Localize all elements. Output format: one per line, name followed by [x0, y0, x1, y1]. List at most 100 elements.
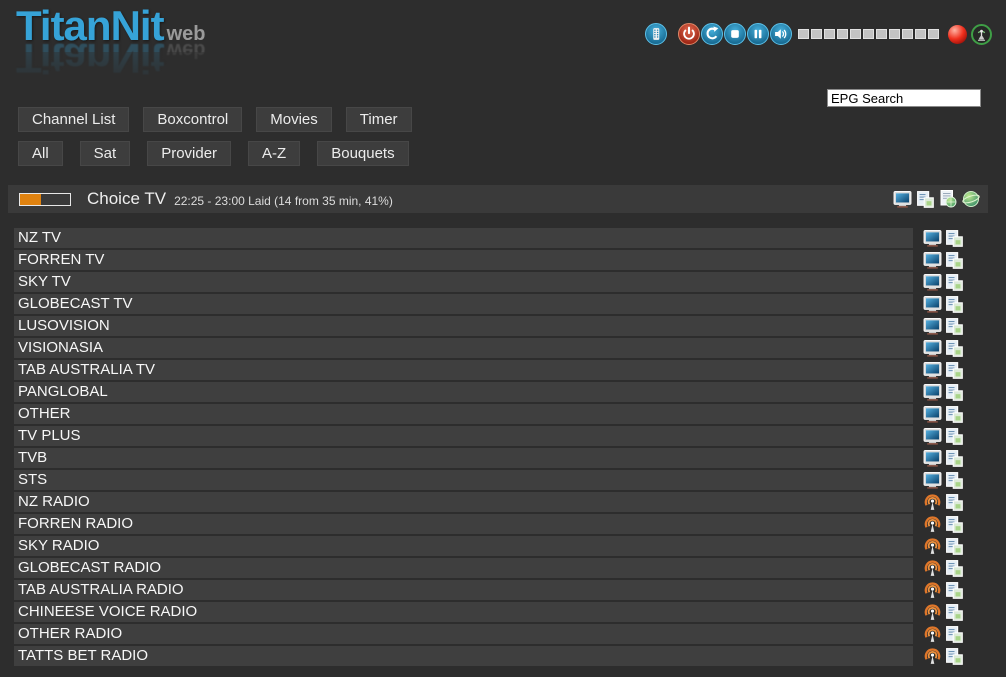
channel-epg-button[interactable] — [945, 295, 964, 314]
channel-epg-button[interactable] — [945, 471, 964, 490]
volume-block[interactable] — [837, 29, 848, 39]
tv-screen-button[interactable] — [923, 251, 942, 270]
radio-antenna-button[interactable] — [923, 603, 942, 622]
channel-name[interactable]: TAB AUSTRALIA RADIO — [14, 580, 913, 600]
refresh-button[interactable] — [701, 23, 723, 45]
channel-epg-button[interactable] — [945, 559, 964, 578]
tv-screen-button[interactable] — [923, 317, 942, 336]
radio-antenna-button[interactable] — [923, 647, 942, 666]
channel-name[interactable]: TATTS BET RADIO — [14, 646, 913, 666]
remote-icon — [646, 23, 666, 45]
channel-name[interactable]: GLOBECAST RADIO — [14, 558, 913, 578]
volume-block[interactable] — [824, 29, 835, 39]
channel-name[interactable]: TV PLUS — [14, 426, 913, 446]
channel-name[interactable]: CHINEESE VOICE RADIO — [14, 602, 913, 622]
channel-name[interactable]: SKY RADIO — [14, 536, 913, 556]
channel-name[interactable]: NZ TV — [14, 228, 913, 248]
tv-screen-button[interactable] — [923, 383, 942, 402]
channel-epg-button[interactable] — [945, 251, 964, 270]
tab-boxcontrol[interactable]: Boxcontrol — [143, 107, 242, 132]
channel-name[interactable]: FORREN RADIO — [14, 514, 913, 534]
volume-block[interactable] — [798, 29, 809, 39]
channel-name[interactable]: NZ RADIO — [14, 492, 913, 512]
epg-search-input[interactable] — [827, 89, 981, 107]
channel-epg-button[interactable] — [945, 229, 964, 248]
channel-epg-button[interactable] — [945, 427, 964, 446]
channel-name[interactable]: GLOBECAST TV — [14, 294, 913, 314]
channel-epg-button[interactable] — [945, 339, 964, 358]
channel-name[interactable]: FORREN TV — [14, 250, 913, 270]
tv-screen-button[interactable] — [923, 229, 942, 248]
channel-epg-button[interactable] — [945, 603, 964, 622]
radio-antenna-button[interactable] — [923, 493, 942, 512]
channel-row: STS — [14, 470, 964, 490]
stop-button[interactable] — [724, 23, 746, 45]
channel-epg-button[interactable] — [945, 537, 964, 556]
volume-block[interactable] — [928, 29, 939, 39]
channel-epg-button[interactable] — [945, 383, 964, 402]
channel-epg-button[interactable] — [945, 625, 964, 644]
tab-channel-list[interactable]: Channel List — [18, 107, 129, 132]
channel-epg-button[interactable] — [945, 273, 964, 292]
channel-row: TV PLUS — [14, 426, 964, 446]
channel-name[interactable]: TAB AUSTRALIA TV — [14, 360, 913, 380]
epg-document-button[interactable] — [938, 189, 958, 209]
channel-epg-button[interactable] — [945, 515, 964, 534]
tv-screen-button[interactable] — [923, 449, 942, 468]
filter-a-z[interactable]: A-Z — [248, 141, 300, 166]
channel-epg-button[interactable] — [915, 189, 935, 209]
volume-block[interactable] — [876, 29, 887, 39]
channel-name[interactable]: PANGLOBAL — [14, 382, 913, 402]
channel-name[interactable]: SKY TV — [14, 272, 913, 292]
radio-antenna-icon — [923, 515, 942, 534]
tv-screen-button[interactable] — [923, 339, 942, 358]
filter-sat[interactable]: Sat — [80, 141, 131, 166]
filter-bouquets[interactable]: Bouquets — [317, 141, 408, 166]
volume-block[interactable] — [889, 29, 900, 39]
tv-screen-button[interactable] — [923, 471, 942, 490]
channel-epg-button[interactable] — [945, 317, 964, 336]
channel-row-actions — [923, 427, 964, 446]
channel-name[interactable]: OTHER RADIO — [14, 624, 913, 644]
channel-epg-button[interactable] — [945, 361, 964, 380]
channel-epg-icon — [945, 449, 964, 468]
channel-epg-button[interactable] — [945, 581, 964, 600]
web-stream-button[interactable] — [961, 189, 981, 209]
volume-block[interactable] — [915, 29, 926, 39]
channel-epg-button[interactable] — [945, 449, 964, 468]
channel-epg-button[interactable] — [945, 647, 964, 666]
channel-epg-button[interactable] — [945, 405, 964, 424]
pause-button[interactable] — [747, 23, 769, 45]
tv-screen-button[interactable] — [923, 273, 942, 292]
tv-screen-button[interactable] — [923, 295, 942, 314]
radio-antenna-button[interactable] — [923, 581, 942, 600]
radio-antenna-button[interactable] — [923, 559, 942, 578]
tv-screen-button[interactable] — [923, 427, 942, 446]
channel-name[interactable]: VISIONASIA — [14, 338, 913, 358]
channel-epg-button[interactable] — [945, 493, 964, 512]
tv-screen-button[interactable] — [923, 405, 942, 424]
volume-block[interactable] — [811, 29, 822, 39]
radio-antenna-button[interactable] — [923, 537, 942, 556]
volume-button[interactable] — [770, 23, 792, 45]
header-control-bar — [645, 22, 992, 46]
tab-movies[interactable]: Movies — [256, 107, 332, 132]
power-button[interactable] — [678, 23, 700, 45]
radio-antenna-button[interactable] — [923, 515, 942, 534]
filter-provider[interactable]: Provider — [147, 141, 231, 166]
remote-button[interactable] — [645, 23, 667, 45]
channel-name[interactable]: STS — [14, 470, 913, 490]
channel-name[interactable]: TVB — [14, 448, 913, 468]
record-indicator[interactable] — [948, 25, 967, 44]
filter-all[interactable]: All — [18, 141, 63, 166]
tab-timer[interactable]: Timer — [346, 107, 412, 132]
volume-block[interactable] — [850, 29, 861, 39]
tv-screen-button[interactable] — [923, 361, 942, 380]
tv-screen-button[interactable] — [892, 189, 912, 209]
volume-block[interactable] — [863, 29, 874, 39]
channel-name[interactable]: LUSOVISION — [14, 316, 913, 336]
radio-antenna-button[interactable] — [923, 625, 942, 644]
volume-block[interactable] — [902, 29, 913, 39]
signal-indicator[interactable] — [971, 24, 992, 45]
channel-name[interactable]: OTHER — [14, 404, 913, 424]
